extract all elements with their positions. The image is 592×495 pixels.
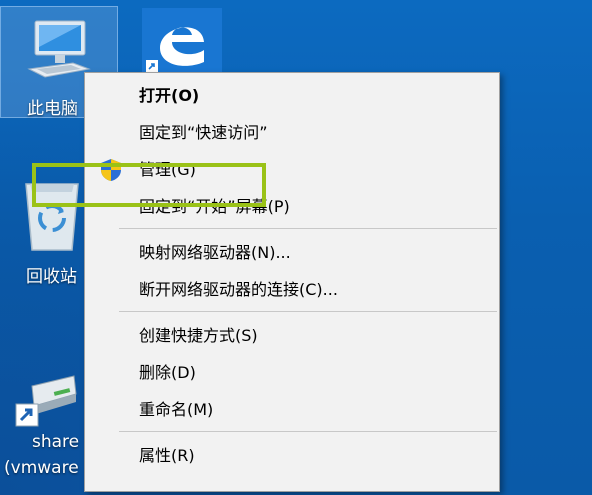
menu-item-label: 创建快捷方式(S) bbox=[139, 326, 258, 345]
menu-item-label: 固定到“开始”屏幕(P) bbox=[139, 197, 290, 216]
context-menu: 打开(O) 固定到“快速访问” 管理(G) 固定到“开始”屏幕(P) 映射网络驱… bbox=[84, 72, 500, 492]
menu-item-manage[interactable]: 管理(G) bbox=[85, 151, 499, 188]
edge-browser-icon bbox=[142, 8, 222, 74]
menu-item-label: 属性(R) bbox=[139, 446, 195, 465]
menu-item-label: 打开(O) bbox=[139, 86, 200, 105]
menu-item-disconnect-network-drive[interactable]: 断开网络驱动器的连接(C)... bbox=[85, 271, 499, 308]
menu-item-label: 删除(D) bbox=[139, 363, 196, 382]
desktop-icon-label: (vmware bbox=[4, 458, 79, 478]
menu-item-rename[interactable]: 重命名(M) bbox=[85, 391, 499, 428]
menu-separator bbox=[119, 311, 497, 312]
menu-separator bbox=[119, 228, 497, 229]
menu-item-delete[interactable]: 删除(D) bbox=[85, 354, 499, 391]
menu-item-pin-quick-access[interactable]: 固定到“快速访问” bbox=[85, 114, 499, 151]
menu-item-label: 重命名(M) bbox=[139, 400, 214, 419]
desktop-icon-label: 此电脑 bbox=[27, 99, 78, 119]
desktop-icon-label: 回收站 bbox=[26, 267, 77, 287]
desktop-icon-edge[interactable] bbox=[142, 8, 222, 74]
menu-item-label: 管理(G) bbox=[139, 160, 196, 179]
menu-item-open[interactable]: 打开(O) bbox=[85, 77, 499, 114]
menu-item-label: 断开网络驱动器的连接(C)... bbox=[139, 280, 338, 299]
menu-item-map-network-drive[interactable]: 映射网络驱动器(N)... bbox=[85, 234, 499, 271]
menu-separator bbox=[119, 431, 497, 432]
desktop-icon-label: share bbox=[32, 432, 80, 452]
menu-item-create-shortcut[interactable]: 创建快捷方式(S) bbox=[85, 317, 499, 354]
menu-item-label: 映射网络驱动器(N)... bbox=[139, 243, 291, 262]
recycle-bin-icon bbox=[25, 183, 79, 251]
menu-item-label: 固定到“快速访问” bbox=[139, 123, 268, 142]
desktop-icon-recycle-bin[interactable]: 回收站 bbox=[14, 178, 94, 288]
menu-item-pin-start[interactable]: 固定到“开始”屏幕(P) bbox=[85, 188, 499, 225]
network-drive-icon bbox=[15, 375, 77, 427]
menu-item-properties[interactable]: 属性(R) bbox=[85, 437, 499, 474]
